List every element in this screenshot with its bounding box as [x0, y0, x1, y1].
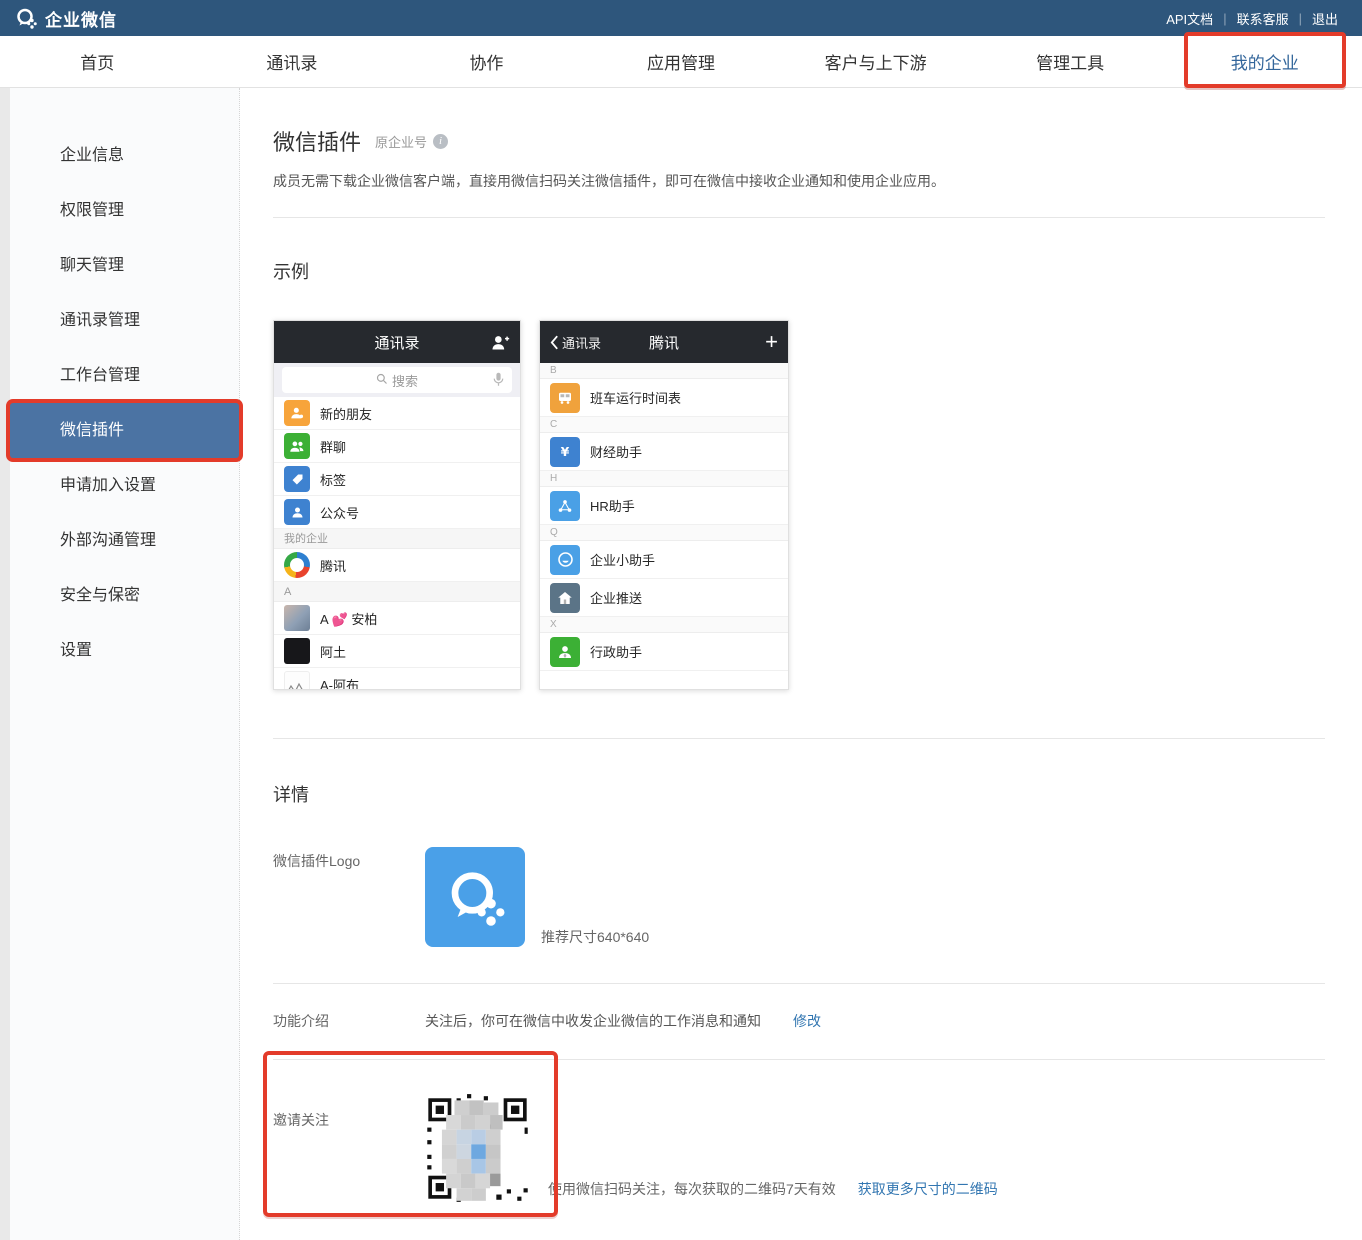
info-icon[interactable]: i [433, 134, 448, 149]
sidebar-item-contacts-management[interactable]: 通讯录管理 [10, 293, 239, 348]
section-letter: C [540, 417, 788, 433]
list-item: 标签 [274, 463, 520, 496]
page-description: 成员无需下载企业微信客户端，直接用微信扫码关注微信插件，即可在微信中接收企业通知… [273, 171, 1325, 218]
sidebar-item-permissions[interactable]: 权限管理 [10, 183, 239, 238]
sidebar: 企业信息 权限管理 聊天管理 通讯录管理 工作台管理 微信插件 申请加入设置 外… [10, 88, 240, 1240]
qr-label: 邀请关注 [273, 1092, 425, 1130]
list-item: 班车运行时间表 [540, 379, 788, 417]
page-title: 微信插件 [273, 125, 361, 157]
official-account-icon [284, 499, 310, 525]
list-item: HR助手 [540, 487, 788, 525]
search-icon [376, 373, 388, 388]
sidebar-item-external-comms[interactable]: 外部沟通管理 [10, 513, 239, 568]
nav-item-my-company[interactable]: 我的企业 [1167, 36, 1362, 87]
logout-link[interactable]: 退出 [1302, 9, 1348, 28]
list-item: 企业推送 [540, 579, 788, 617]
back-chevron-icon: 通讯录 [550, 333, 601, 352]
nav-item-customers[interactable]: 客户与上下游 [778, 36, 973, 87]
annotation-box-sidebar [10, 403, 239, 458]
contact-support-link[interactable]: 联系客服 [1227, 9, 1299, 28]
person-add-icon [284, 400, 310, 426]
list-item: A-阿布 [274, 668, 520, 690]
page-header: 微信插件 原企业号 i [273, 125, 1325, 157]
example-heading: 示例 [273, 258, 1325, 284]
sidebar-item-workbench[interactable]: 工作台管理 [10, 348, 239, 403]
example-screenshots: 通讯录 搜索 [273, 320, 1325, 690]
list-item: 公众号 [274, 496, 520, 529]
qr-row: 邀请关注 [273, 1060, 1325, 1205]
tag-icon [284, 466, 310, 492]
sidebar-item-security[interactable]: 安全与保密 [10, 568, 239, 623]
svg-text:¥: ¥ [561, 444, 570, 459]
sidebar-item-wechat-plugin[interactable]: 微信插件 [10, 403, 239, 458]
main-content: 微信插件 原企业号 i 成员无需下载企业微信客户端，直接用微信扫码关注微信插件，… [240, 125, 1362, 1205]
nav-item-admin-tools[interactable]: 管理工具 [973, 36, 1168, 87]
avatar [284, 671, 310, 690]
network-icon [550, 491, 580, 521]
qr-code-image [425, 1092, 530, 1205]
section-letter: Q [540, 525, 788, 541]
tencent-logo-icon [284, 552, 310, 578]
sidebar-item-company-info[interactable]: 企业信息 [10, 128, 239, 183]
intro-label: 功能介绍 [273, 1011, 425, 1031]
brand-name: 企业微信 [45, 6, 117, 31]
nav-item-apps[interactable]: 应用管理 [584, 36, 779, 87]
smiley-icon [550, 545, 580, 575]
legacy-badge: 原企业号 [375, 132, 427, 151]
section-letter: B [540, 363, 788, 379]
list-item: ¥ 财经助手 [540, 433, 788, 471]
wechat-plugin-logo-image [425, 847, 525, 947]
nav-item-home[interactable]: 首页 [0, 36, 195, 87]
brand: 企业微信 [14, 6, 117, 31]
logo-row: 微信插件Logo 推荐尺寸640*640 [273, 847, 1325, 984]
details-heading: 详情 [273, 781, 1325, 807]
qr-caption: 使用微信扫码关注，每次获取的二维码7天有效 [548, 1179, 836, 1199]
list-item: 行政助手 [540, 633, 788, 671]
nav-item-collaboration[interactable]: 协作 [389, 36, 584, 87]
left-gutter [0, 88, 10, 1240]
list-item: 新的朋友 [274, 397, 520, 430]
logo-size-hint: 推荐尺寸640*640 [541, 927, 649, 947]
more-sizes-link[interactable]: 获取更多尺寸的二维码 [858, 1179, 998, 1199]
sidebar-item-chat-management[interactable]: 聊天管理 [10, 238, 239, 293]
group-icon [284, 433, 310, 459]
plus-icon: + [765, 331, 778, 353]
phone-mockup-contacts: 通讯录 搜索 [273, 320, 521, 690]
list-item: 腾讯 [274, 549, 520, 582]
nav-item-contacts[interactable]: 通讯录 [195, 36, 390, 87]
avatar [284, 605, 310, 631]
section-label: 我的企业 [274, 529, 520, 549]
mic-icon [493, 372, 504, 390]
phone1-title: 通讯录 [274, 332, 520, 353]
primary-nav: 首页 通讯录 协作 应用管理 客户与上下游 管理工具 我的企业 [0, 36, 1362, 88]
search-input: 搜索 [282, 367, 512, 393]
list-item: 企业小助手 [540, 541, 788, 579]
logo-label: 微信插件Logo [273, 847, 425, 871]
section-label: A [274, 582, 520, 602]
section-letter: X [540, 617, 788, 633]
admin-person-icon [550, 637, 580, 667]
intro-value: 关注后，你可在微信中收发企业微信的工作消息和通知 [425, 1011, 761, 1031]
avatar [284, 638, 310, 664]
phone-mockup-apps: 通讯录 腾讯 + B 班车运行时间表 C ¥ 财经助手 H [539, 320, 789, 690]
list-item: 阿土 [274, 635, 520, 668]
wechat-work-logo-icon [14, 6, 38, 30]
sidebar-item-settings[interactable]: 设置 [10, 623, 239, 678]
topbar-links: API文档 | 联系客服 | 退出 [1156, 9, 1348, 28]
intro-row: 功能介绍 关注后，你可在微信中收发企业微信的工作消息和通知 修改 [273, 984, 1325, 1060]
sidebar-item-join-settings[interactable]: 申请加入设置 [10, 458, 239, 513]
home-icon [550, 583, 580, 613]
modify-link[interactable]: 修改 [793, 1011, 821, 1031]
topbar: 企业微信 API文档 | 联系客服 | 退出 [0, 0, 1362, 36]
add-contact-icon [490, 333, 510, 351]
list-item: A 💕 安柏 [274, 602, 520, 635]
divider [273, 738, 1325, 739]
yen-icon: ¥ [550, 437, 580, 467]
list-item: 群聊 [274, 430, 520, 463]
api-docs-link[interactable]: API文档 [1156, 9, 1223, 28]
bus-icon [550, 383, 580, 413]
section-letter: H [540, 471, 788, 487]
